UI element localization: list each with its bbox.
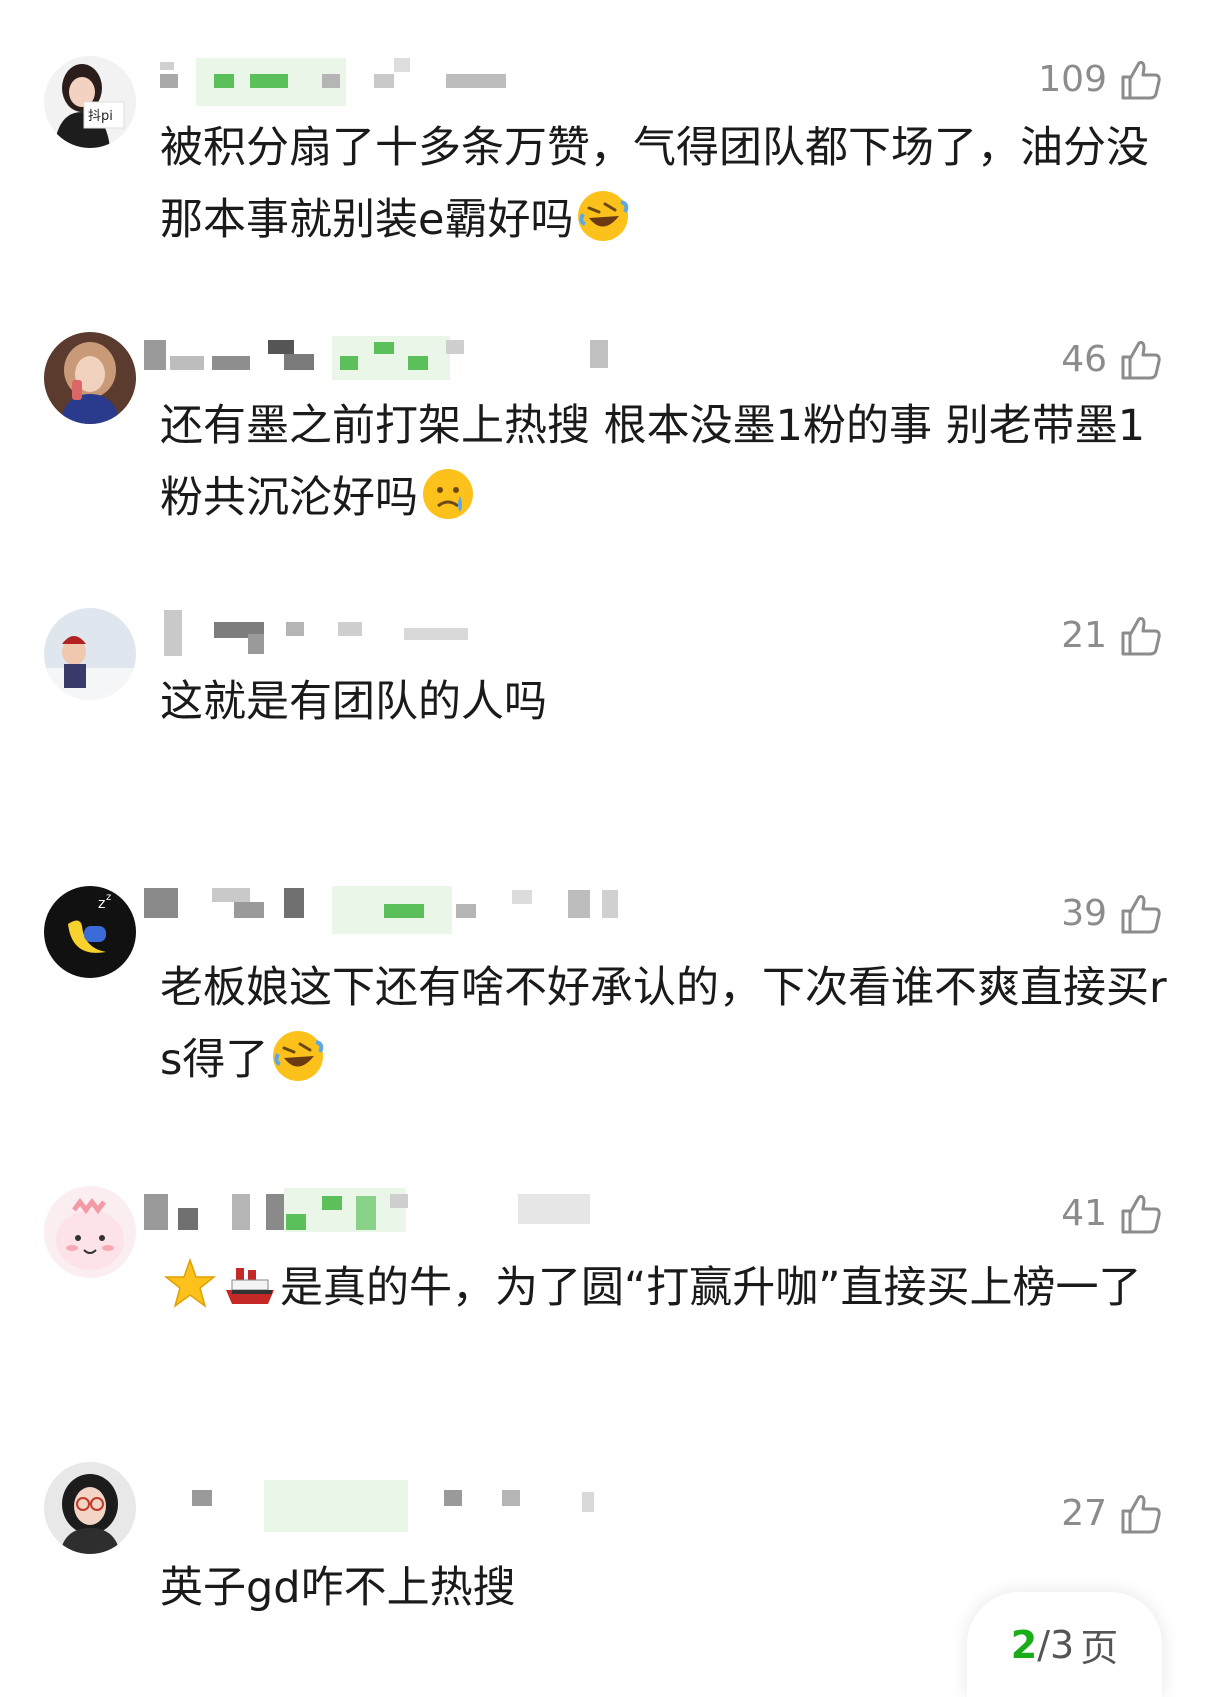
username-mosaic[interactable] [156, 1480, 716, 1532]
username-mosaic[interactable] [144, 886, 716, 934]
like-control[interactable]: 39 [1061, 890, 1165, 938]
avatar[interactable]: 抖pi [44, 56, 136, 148]
avatar[interactable] [44, 1462, 136, 1554]
thumbs-up-icon[interactable] [1117, 56, 1165, 104]
like-control[interactable]: 41 [1061, 1190, 1165, 1238]
like-count: 39 [1061, 893, 1107, 934]
like-control[interactable]: 21 [1061, 612, 1165, 660]
thumbs-up-icon[interactable] [1117, 1190, 1165, 1238]
page-indicator[interactable]: 2/3 页 [967, 1592, 1162, 1697]
username-mosaic[interactable] [144, 336, 716, 380]
ship-emoji [222, 1256, 278, 1312]
comment-text: 老板娘这下还有啥不好承认的，下次看谁不爽直接买rs得了 [160, 963, 1167, 1085]
like-control[interactable]: 46 [1061, 336, 1165, 384]
avatar[interactable] [44, 1186, 136, 1278]
like-count: 41 [1061, 1193, 1107, 1234]
comment-text: 被积分扇了十多条万赞，气得团队都下场了，油分没那本事就别装e霸好吗 [160, 123, 1149, 245]
avatar[interactable] [44, 332, 136, 424]
like-count: 46 [1061, 339, 1107, 380]
comment-text: 还有墨之前打架上热搜 根本没墨1粉的事 别老带墨1粉共沉沦好吗 [160, 401, 1146, 523]
avatar[interactable] [44, 608, 136, 700]
star-emoji [162, 1256, 218, 1312]
rolling-on-floor-laughing-emoji [270, 1028, 326, 1084]
svg-text:z: z [106, 892, 111, 903]
rolling-on-floor-laughing-emoji [575, 188, 631, 244]
svg-text:抖pi: 抖pi [88, 109, 113, 124]
svg-text:z: z [98, 896, 105, 912]
thumbs-up-icon[interactable] [1117, 612, 1165, 660]
username-mosaic[interactable] [144, 1188, 716, 1232]
page-separator: / [1037, 1622, 1051, 1667]
username-mosaic[interactable] [156, 604, 716, 656]
total-pages: 3 [1050, 1622, 1075, 1667]
thumbs-up-icon[interactable] [1117, 890, 1165, 938]
like-count: 21 [1061, 615, 1107, 656]
like-count: 109 [1038, 59, 1107, 100]
username-mosaic[interactable] [156, 58, 716, 106]
like-control[interactable]: 109 [1038, 56, 1165, 104]
avatar[interactable]: z z [44, 886, 136, 978]
page-unit: 页 [1080, 1626, 1119, 1670]
like-control[interactable]: 27 [1061, 1490, 1165, 1538]
comment-text: 这就是有团队的人吗 [160, 677, 547, 727]
comment-text: 是真的牛，为了圆“打赢升咖”直接买上榜一了 [160, 1252, 1170, 1324]
thumbs-up-icon[interactable] [1117, 336, 1165, 384]
sad-but-relieved-face-emoji [420, 466, 476, 522]
like-count: 27 [1061, 1493, 1107, 1534]
current-page: 2 [1010, 1622, 1038, 1667]
thumbs-up-icon[interactable] [1117, 1490, 1165, 1538]
